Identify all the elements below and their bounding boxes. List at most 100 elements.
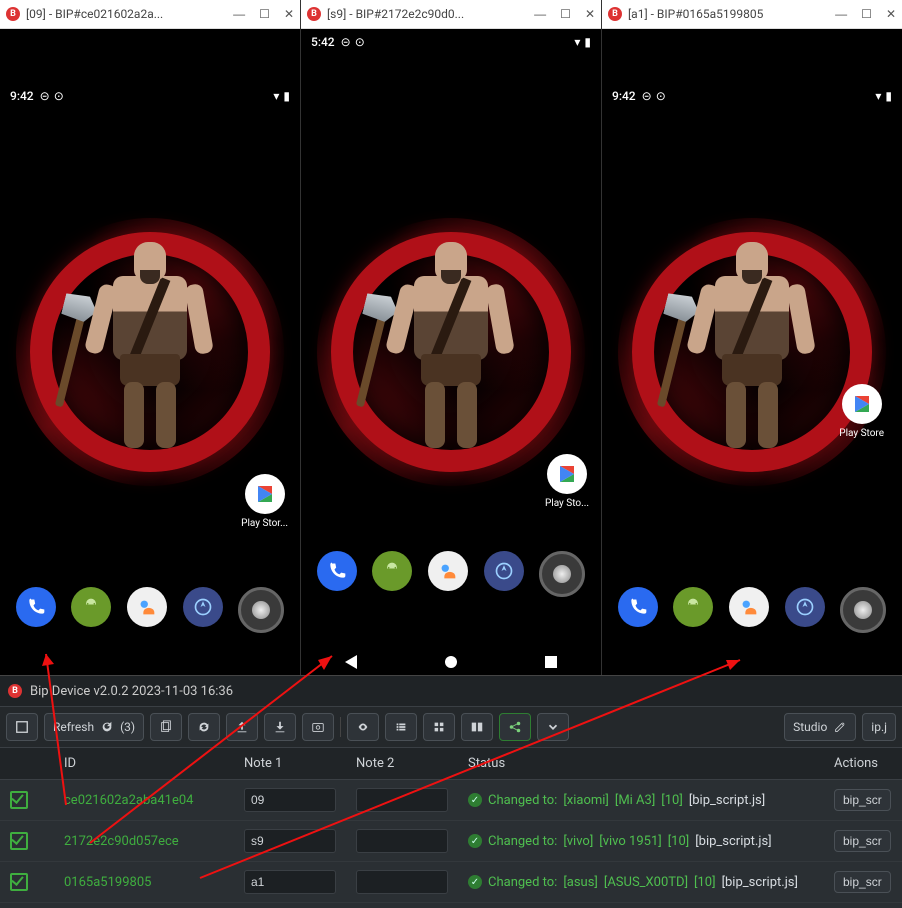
titlebar[interactable]: B [a1] - BIP#0165a5199805 — ☐ ✕ bbox=[602, 0, 902, 29]
phone-app[interactable] bbox=[317, 551, 357, 591]
back-icon[interactable] bbox=[345, 655, 357, 669]
row-checkbox[interactable] bbox=[10, 873, 28, 891]
kratos-figure bbox=[90, 242, 210, 452]
dock bbox=[301, 551, 601, 597]
note1-input[interactable] bbox=[244, 788, 336, 812]
table-row: 0165a5199805 ✓ Changed to: [asus] [ASUS_… bbox=[0, 862, 902, 903]
device-id-link[interactable]: 0165a5199805 bbox=[64, 875, 151, 890]
nav-bar bbox=[301, 655, 601, 669]
play-store-app[interactable]: Play Sto... bbox=[545, 454, 589, 509]
camera-app[interactable] bbox=[840, 587, 886, 633]
col-id[interactable]: ID bbox=[54, 748, 234, 779]
more-button[interactable] bbox=[537, 713, 569, 741]
row-checkbox[interactable] bbox=[10, 791, 28, 809]
status-text: ✓ Changed to: [asus] [ASUS_X00TD] [10] [… bbox=[468, 875, 814, 890]
navigate-app[interactable] bbox=[484, 551, 524, 591]
col-status[interactable]: Status bbox=[458, 748, 824, 779]
refresh-count: (3) bbox=[120, 720, 135, 734]
action-button[interactable]: bip_scr bbox=[834, 830, 891, 852]
play-store-icon bbox=[547, 454, 587, 494]
refresh-button[interactable]: Refresh (3) bbox=[44, 713, 144, 741]
view-button[interactable] bbox=[347, 713, 379, 741]
dock bbox=[0, 587, 300, 633]
maximize-icon[interactable]: ☐ bbox=[861, 7, 872, 21]
wallpaper bbox=[0, 29, 300, 675]
copy-button[interactable] bbox=[150, 713, 182, 741]
note1-input[interactable] bbox=[244, 870, 336, 894]
phone-screen[interactable]: 5:42 ⊝ ⊙ ▾ ▮ bbox=[301, 29, 601, 675]
titlebar[interactable]: B [09] - BIP#ce021602a2a... — ☐ ✕ bbox=[0, 0, 300, 29]
titlebar[interactable]: B [s9] - BIP#2172e2c90d0... — ☐ ✕ bbox=[301, 0, 601, 29]
play-store-label: Play Sto... bbox=[545, 498, 589, 509]
note2-input[interactable] bbox=[356, 870, 448, 894]
action-button[interactable]: bip_scr bbox=[834, 789, 891, 811]
contacts-app[interactable] bbox=[127, 587, 167, 627]
navigate-app[interactable] bbox=[785, 587, 825, 627]
grid-button[interactable] bbox=[423, 713, 455, 741]
table-row: 2172e2c90d057ece ✓ Changed to: [vivo] [v… bbox=[0, 821, 902, 862]
device-panel: B Bip Device v2.0.2 2023-11-03 16:36 Ref… bbox=[0, 675, 902, 908]
phone-screen[interactable]: 9:42 ⊝ ⊙ ▾ ▮ bbox=[0, 29, 300, 675]
minimize-icon[interactable]: — bbox=[233, 7, 245, 21]
close-icon[interactable]: ✕ bbox=[886, 7, 896, 21]
select-none-button[interactable] bbox=[6, 713, 38, 741]
phone-app[interactable] bbox=[16, 587, 56, 627]
tile-button[interactable] bbox=[461, 713, 493, 741]
play-store-app[interactable]: Play Stor... bbox=[241, 474, 288, 529]
minimize-icon[interactable]: — bbox=[534, 7, 546, 21]
home-icon[interactable] bbox=[445, 656, 457, 668]
dock bbox=[602, 587, 902, 633]
download-button[interactable] bbox=[264, 713, 296, 741]
action-button[interactable]: bip_scr bbox=[834, 871, 891, 893]
play-store-app[interactable]: Play Store bbox=[839, 384, 884, 439]
col-note2[interactable]: Note 2 bbox=[346, 748, 458, 779]
refresh2-button[interactable] bbox=[188, 713, 220, 741]
studio-label: Studio bbox=[793, 720, 827, 734]
android-app[interactable] bbox=[372, 551, 412, 591]
row-checkbox[interactable] bbox=[10, 832, 28, 850]
window-title: [s9] - BIP#2172e2c90d0... bbox=[327, 7, 534, 21]
ok-icon: ✓ bbox=[468, 793, 482, 807]
android-app[interactable] bbox=[673, 587, 713, 627]
upload-button[interactable] bbox=[226, 713, 258, 741]
close-icon[interactable]: ✕ bbox=[284, 7, 294, 21]
window-title: [09] - BIP#ce021602a2a... bbox=[26, 7, 233, 21]
toolbar: Refresh (3) Studio ip.j bbox=[0, 706, 902, 748]
navigate-app[interactable] bbox=[183, 587, 223, 627]
device-id-link[interactable]: 2172e2c90d057ece bbox=[64, 834, 179, 849]
contacts-app[interactable] bbox=[729, 587, 769, 627]
play-store-icon bbox=[245, 474, 285, 514]
studio-button[interactable]: Studio bbox=[784, 713, 856, 741]
note2-input[interactable] bbox=[356, 788, 448, 812]
android-app[interactable] bbox=[71, 587, 111, 627]
phone-screen[interactable]: 9:42 ⊝ ⊙ ▾ ▮ bbox=[602, 29, 902, 675]
camera-app[interactable] bbox=[238, 587, 284, 633]
note2-input[interactable] bbox=[356, 829, 448, 853]
recents-icon[interactable] bbox=[545, 656, 557, 668]
minimize-icon[interactable]: — bbox=[835, 7, 847, 21]
ok-icon: ✓ bbox=[468, 875, 482, 889]
table-header: ID Note 1 Note 2 Status Actions bbox=[0, 748, 902, 780]
note1-input[interactable] bbox=[244, 829, 336, 853]
table-row: ce021602a2aba41e04 ✓ Changed to: [xiaomi… bbox=[0, 780, 902, 821]
device-table: ID Note 1 Note 2 Status Actions ce021602… bbox=[0, 748, 902, 908]
play-store-label: Play Stor... bbox=[241, 518, 288, 529]
col-note1[interactable]: Note 1 bbox=[234, 748, 346, 779]
list-button[interactable] bbox=[385, 713, 417, 741]
screenshot-button[interactable] bbox=[302, 713, 334, 741]
phone-window-1: B [s9] - BIP#2172e2c90d0... — ☐ ✕ 5:42 ⊝… bbox=[301, 0, 602, 675]
phone-app[interactable] bbox=[618, 587, 658, 627]
camera-app[interactable] bbox=[539, 551, 585, 597]
app-icon: B bbox=[8, 684, 22, 698]
play-store-label: Play Store bbox=[839, 428, 884, 439]
maximize-icon[interactable]: ☐ bbox=[560, 7, 571, 21]
close-icon[interactable]: ✕ bbox=[585, 7, 595, 21]
panel-title-text: Bip Device v2.0.2 2023-11-03 16:36 bbox=[30, 684, 233, 699]
ipj-button[interactable]: ip.j bbox=[862, 713, 896, 741]
device-id-link[interactable]: ce021602a2aba41e04 bbox=[64, 793, 193, 808]
col-actions[interactable]: Actions bbox=[824, 748, 902, 779]
maximize-icon[interactable]: ☐ bbox=[259, 7, 270, 21]
window-icon: B bbox=[608, 7, 622, 21]
share-button[interactable] bbox=[499, 713, 531, 741]
contacts-app[interactable] bbox=[428, 551, 468, 591]
